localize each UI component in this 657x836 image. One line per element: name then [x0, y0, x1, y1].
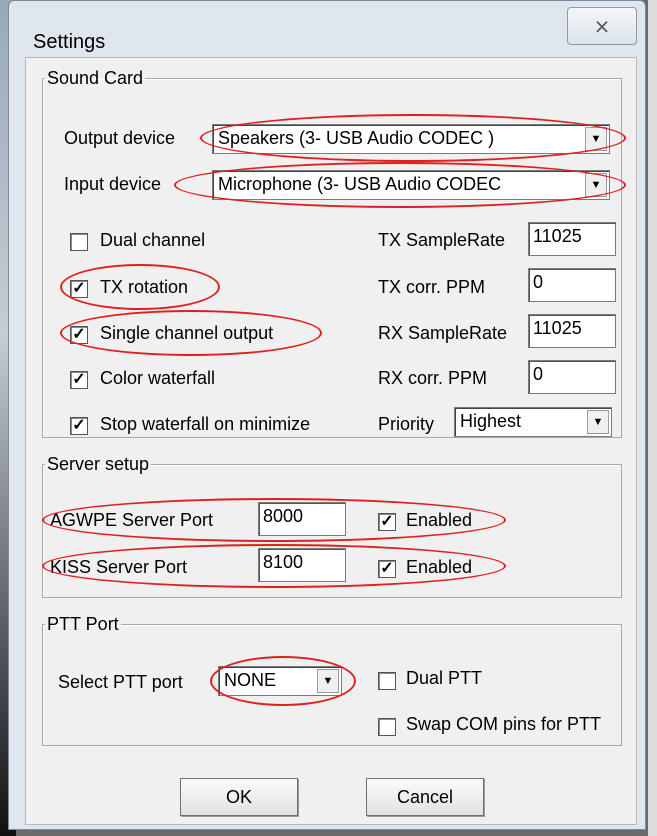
- rx-corr-ppm-label: RX corr. PPM: [378, 368, 488, 388]
- ok-button[interactable]: OK: [180, 778, 298, 816]
- output-device-select[interactable]: Speakers (3- USB Audio CODEC ) ▼: [212, 124, 610, 154]
- ptt-port-select[interactable]: NONE ▼: [218, 666, 342, 696]
- dialog-client-area: Sound Card Output device Speakers (3- US…: [25, 57, 637, 825]
- tx-corr-ppm-label: TX corr. PPM: [378, 277, 486, 297]
- sound-card-legend: Sound Card: [47, 68, 144, 88]
- title-bar[interactable]: Settings ⨯: [9, 1, 645, 65]
- tx-corr-ppm-input[interactable]: 0: [528, 268, 616, 302]
- priority-select[interactable]: Highest ▼: [454, 407, 612, 437]
- input-device-value: Microphone (3- USB Audio CODEC: [218, 174, 502, 194]
- tx-samplerate-label: TX SampleRate: [378, 230, 506, 250]
- stop-waterfall-checkbox[interactable]: ✓: [70, 417, 88, 435]
- dual-ptt-checkbox[interactable]: [378, 672, 396, 690]
- chevron-down-icon[interactable]: ▼: [317, 669, 339, 693]
- input-device-label: Input device: [64, 174, 162, 194]
- close-button[interactable]: ⨯: [567, 7, 637, 45]
- window-title: Settings: [33, 31, 106, 53]
- input-device-select[interactable]: Microphone (3- USB Audio CODEC ▼: [212, 170, 610, 200]
- background-right-edge: [648, 0, 657, 836]
- agwpe-enabled-checkbox[interactable]: ✓: [378, 513, 396, 531]
- server-setup-legend: Server setup: [47, 454, 150, 474]
- kiss-enabled-label: Enabled: [406, 557, 473, 577]
- settings-dialog: Settings ⨯ Sound Card Output device Spea…: [8, 0, 646, 830]
- dual-channel-label: Dual channel: [100, 230, 206, 250]
- color-waterfall-checkbox[interactable]: ✓: [70, 371, 88, 389]
- chevron-down-icon[interactable]: ▼: [585, 173, 607, 197]
- rx-samplerate-label: RX SampleRate: [378, 323, 508, 343]
- output-device-label: Output device: [64, 128, 176, 148]
- priority-value: Highest: [460, 411, 522, 431]
- agwpe-enabled-label: Enabled: [406, 510, 473, 530]
- dual-ptt-label: Dual PTT: [406, 668, 483, 688]
- single-channel-output-checkbox[interactable]: ✓: [70, 326, 88, 344]
- select-ptt-port-label: Select PTT port: [58, 672, 183, 692]
- priority-label: Priority: [378, 414, 435, 434]
- output-device-value: Speakers (3- USB Audio CODEC ): [218, 128, 495, 148]
- kiss-enabled-checkbox[interactable]: ✓: [378, 560, 396, 578]
- stop-waterfall-label: Stop waterfall on minimize: [100, 414, 311, 434]
- tx-rotation-label: TX rotation: [100, 277, 189, 297]
- kiss-port-input[interactable]: 8100: [258, 548, 346, 582]
- single-channel-output-label: Single channel output: [100, 323, 274, 343]
- tx-rotation-checkbox[interactable]: ✓: [70, 280, 88, 298]
- close-icon: ⨯: [593, 15, 611, 38]
- swap-com-pins-checkbox[interactable]: [378, 718, 396, 736]
- swap-com-pins-label: Swap COM pins for PTT: [406, 714, 602, 734]
- kiss-port-label: KISS Server Port: [50, 557, 188, 577]
- chevron-down-icon[interactable]: ▼: [587, 410, 609, 434]
- rx-samplerate-input[interactable]: 11025: [528, 314, 616, 348]
- tx-samplerate-input[interactable]: 11025: [528, 222, 616, 256]
- chevron-down-icon[interactable]: ▼: [585, 127, 607, 151]
- color-waterfall-label: Color waterfall: [100, 368, 216, 388]
- cancel-button[interactable]: Cancel: [366, 778, 484, 816]
- ptt-port-value: NONE: [224, 670, 277, 690]
- ptt-port-legend: PTT Port: [47, 614, 119, 634]
- dual-channel-checkbox[interactable]: [70, 233, 88, 251]
- agwpe-port-input[interactable]: 8000: [258, 502, 346, 536]
- agwpe-port-label: AGWPE Server Port: [50, 510, 214, 530]
- rx-corr-ppm-input[interactable]: 0: [528, 360, 616, 394]
